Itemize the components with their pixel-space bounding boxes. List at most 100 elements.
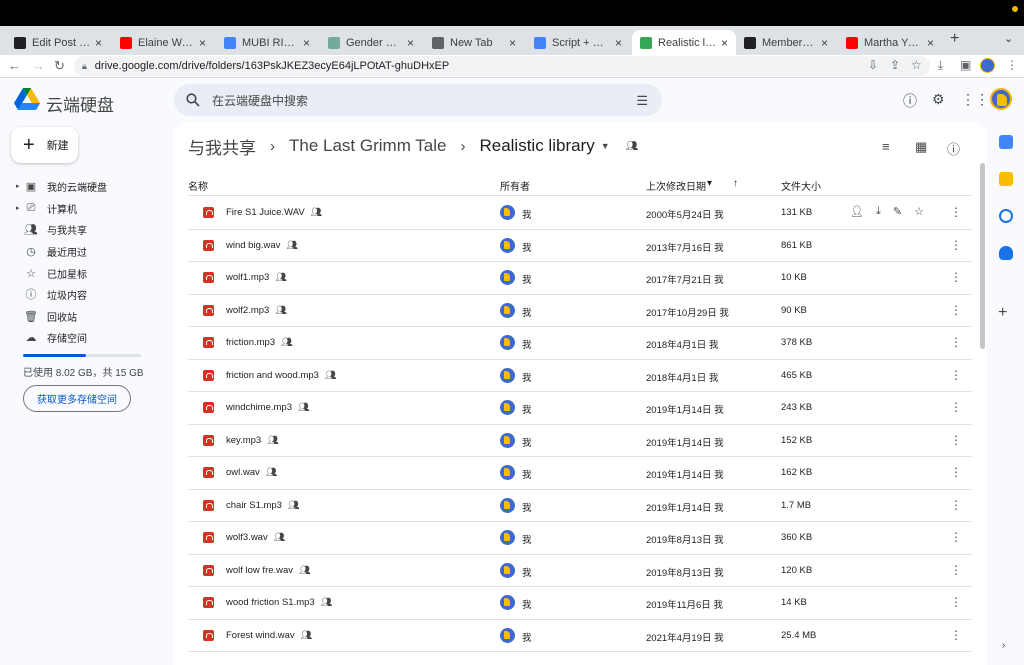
file-name[interactable]: wood friction S1.mp3 👥︎ — [226, 597, 332, 608]
column-size[interactable]: 文件大小 — [781, 178, 821, 193]
column-name[interactable]: 名称 — [188, 178, 208, 193]
browser-tab[interactable]: Edit Post *AR Ti × — [6, 30, 110, 55]
more-actions-icon[interactable]: ⋮ — [950, 368, 962, 382]
close-tab-icon[interactable]: × — [927, 36, 934, 50]
contacts-icon[interactable] — [999, 246, 1013, 260]
apps-grid-icon[interactable]: ⋮⋮ — [961, 91, 989, 108]
table-row[interactable]: friction.mp3 👥︎ 我 2018年4月1日 我 378 KB ⋮ — [188, 327, 972, 360]
table-row[interactable]: friction and wood.mp3 👥︎ 我 2018年4月1日 我 465 K… — [188, 360, 972, 392]
table-row[interactable]: wind big.wav 👥︎ 我 2013年7月16日 我 861 KB ⋮ — [188, 230, 972, 262]
file-name[interactable]: Fire S1 Juice.WAV 👥︎ — [226, 207, 322, 218]
close-tab-icon[interactable]: × — [303, 36, 310, 50]
more-actions-icon[interactable]: ⋮ — [950, 238, 962, 252]
more-actions-icon[interactable]: ⋮ — [950, 433, 962, 447]
close-tab-icon[interactable]: × — [821, 36, 828, 50]
grid-view-icon[interactable]: ▦ — [915, 139, 927, 155]
calendar-icon[interactable] — [999, 135, 1013, 149]
file-name[interactable]: owl.wav 👥︎ — [226, 467, 277, 478]
tasks-icon[interactable] — [999, 209, 1013, 223]
column-owner[interactable]: 所有者 — [500, 178, 530, 193]
get-addons-plus-icon[interactable]: + — [998, 304, 1007, 322]
rename-pencil-icon[interactable]: ✎ — [893, 205, 902, 218]
more-actions-icon[interactable]: ⋮ — [950, 628, 962, 642]
sidebar-item[interactable]: ⓘ 垃圾内容 — [16, 285, 88, 303]
breadcrumb-shared-with-me[interactable]: 与我共享 — [188, 134, 256, 159]
sort-ascending-arrow-icon[interactable]: ↑ — [733, 178, 738, 189]
file-name[interactable]: wind big.wav 👥︎ — [226, 240, 298, 251]
table-row[interactable]: chair S1.mp3 👥︎ 我 2019年1月14日 我 1.7 MB ⋮ — [188, 490, 972, 522]
browser-tab[interactable]: Gender Dynami × — [320, 30, 422, 55]
reload-icon[interactable]: ↻ — [54, 58, 65, 74]
details-info-icon[interactable]: ⓘ — [947, 139, 960, 158]
drive-logo-icon[interactable] — [14, 88, 40, 110]
back-arrow-icon[interactable]: ← — [8, 58, 21, 73]
sidebar-item[interactable]: ▸ ⎚ 计算机 — [16, 199, 77, 217]
table-row[interactable]: key.mp3 👥︎ 我 2019年1月14日 我 152 KB ⋮ — [188, 425, 972, 457]
settings-gear-icon[interactable]: ⚙ — [932, 91, 945, 108]
sidebar-item[interactable]: 👥︎ 与我共享 — [16, 220, 87, 238]
file-name[interactable]: friction and wood.mp3 👥︎ — [226, 370, 336, 381]
tab-search-chevron-icon[interactable]: ⌄ — [1004, 32, 1013, 45]
file-name[interactable]: windchime.mp3 👥︎ — [226, 402, 309, 413]
column-modified[interactable]: 上次修改日期 — [646, 178, 706, 193]
filter-icon[interactable]: ≡ — [882, 139, 890, 154]
side-panel-icon[interactable]: ▣ — [960, 58, 971, 72]
search-icon[interactable] — [186, 93, 200, 107]
file-name[interactable]: wolf2.mp3 👥︎ — [226, 305, 287, 316]
close-tab-icon[interactable]: × — [509, 36, 516, 50]
more-actions-icon[interactable]: ⋮ — [950, 400, 962, 414]
browser-profile-avatar[interactable] — [980, 58, 995, 73]
expand-arrow-icon[interactable]: ▸ — [16, 182, 22, 190]
table-row[interactable]: wolf2.mp3 👥︎ 我 2017年10月29日 我 90 KB ⋮ — [188, 295, 972, 327]
more-actions-icon[interactable]: ⋮ — [950, 595, 962, 609]
table-row[interactable]: owl.wav 👥︎ 我 2019年1月14日 我 162 KB ⋮ — [188, 457, 972, 490]
downloads-icon[interactable]: ⤓ — [938, 58, 943, 73]
close-tab-icon[interactable]: × — [199, 36, 206, 50]
file-name[interactable]: wolf low fre.wav 👥︎ — [226, 565, 311, 576]
share-icon[interactable]: ⇪ — [890, 58, 900, 72]
browser-tab[interactable]: Members – myt × — [736, 30, 836, 55]
search-options-icon[interactable]: ☰ — [636, 93, 648, 109]
caret-down-icon[interactable]: ▼ — [601, 141, 610, 151]
help-icon[interactable]: ⓘ — [903, 91, 917, 111]
bookmark-star-icon[interactable]: ☆ — [911, 58, 922, 72]
download-icon[interactable]: ⤓ — [876, 205, 881, 218]
browser-tab[interactable]: Realistic library × — [632, 30, 736, 55]
file-name[interactable]: key.mp3 👥︎ — [226, 435, 279, 446]
browser-tab[interactable]: Script + Sound × — [526, 30, 630, 55]
table-row[interactable]: Forest wind.wav 👥︎ 我 2021年4月19日 我 25.4 MB ⋮ — [188, 620, 972, 652]
more-actions-icon[interactable]: ⋮ — [950, 205, 962, 219]
table-row[interactable]: wolf3.wav 👥︎ 我 2019年8月13日 我 360 KB ⋮ — [188, 522, 972, 555]
more-actions-icon[interactable]: ⋮ — [950, 270, 962, 284]
sidebar-item[interactable]: ▸ ▣ 我的云端硬盘 — [16, 177, 107, 195]
table-row[interactable]: wolf low fre.wav 👥︎ 我 2019年8月13日 我 120 KB ⋮ — [188, 555, 972, 587]
browser-tab[interactable]: New Tab × — [424, 30, 524, 55]
show-side-panel-icon[interactable]: › — [1002, 640, 1005, 651]
share-person-icon[interactable]: 👤︎ — [850, 205, 864, 218]
more-actions-icon[interactable]: ⋮ — [950, 465, 962, 479]
new-tab-button[interactable]: + — [950, 30, 959, 48]
more-actions-icon[interactable]: ⋮ — [950, 335, 962, 349]
breadcrumb-current-folder[interactable]: Realistic library — [479, 136, 594, 156]
expand-arrow-icon[interactable]: ▸ — [16, 204, 22, 212]
close-tab-icon[interactable]: × — [407, 36, 414, 50]
file-name[interactable]: wolf1.mp3 👥︎ — [226, 272, 287, 283]
file-name[interactable]: chair S1.mp3 👥︎ — [226, 500, 299, 511]
get-more-storage-button[interactable]: 获取更多存储空间 — [23, 385, 131, 412]
browser-tab[interactable]: Elaine Wah - Yo × — [112, 30, 214, 55]
browser-tab[interactable]: MUBI RIDING Hi × — [216, 30, 318, 55]
forward-arrow-icon[interactable]: → — [32, 58, 45, 73]
file-name[interactable]: Forest wind.wav 👥︎ — [226, 630, 312, 641]
file-name[interactable]: friction.mp3 👥︎ — [226, 337, 293, 348]
more-actions-icon[interactable]: ⋮ — [950, 303, 962, 317]
browser-menu-icon[interactable]: ⋮ — [1006, 58, 1018, 72]
search-input[interactable]: 在云端硬盘中搜索 ☰ — [174, 84, 662, 116]
sort-caret-icon[interactable]: ▾ — [707, 178, 712, 189]
table-row[interactable]: Fire S1 Juice.WAV 👥︎ 我 2000年5月24日 我 131 KB 👤︎… — [188, 197, 972, 230]
browser-tab[interactable]: Martha Yuill - Yo × — [838, 30, 942, 55]
more-actions-icon[interactable]: ⋮ — [950, 563, 962, 577]
url-field[interactable]: 🔒︎ drive.google.com/drive/folders/163Psk… — [74, 56, 930, 76]
close-tab-icon[interactable]: × — [721, 36, 728, 50]
install-icon[interactable]: ⇩ — [868, 58, 878, 72]
sidebar-item[interactable]: ◷ 最近用过 — [16, 242, 87, 260]
